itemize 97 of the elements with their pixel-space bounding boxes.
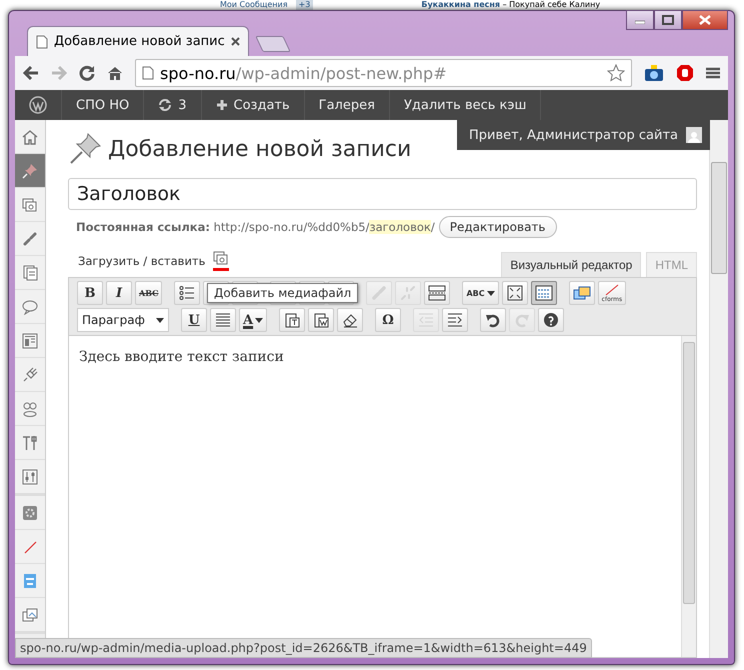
toolbar-button[interactable] [308, 308, 334, 332]
spellcheck-button[interactable]: ABC [462, 281, 499, 305]
permalink-text: Постоянная ссылка: http://spo-no.ru/%dd0%b5/заголовок/ [76, 220, 435, 234]
sliders-icon [22, 468, 38, 484]
broken-link-icon [400, 285, 416, 301]
caret-icon [255, 318, 264, 322]
gallery-icon [572, 285, 591, 301]
messages-link[interactable]: Мои Сообщения [220, 0, 288, 10]
caret-icon [486, 290, 495, 296]
toolbar-button[interactable] [502, 281, 528, 305]
close-button[interactable] [682, 10, 728, 30]
caret-icon [156, 318, 164, 322]
toolbar-toggle-icon [534, 285, 553, 301]
editor-scrollbar[interactable] [681, 336, 696, 657]
close-icon [699, 15, 711, 25]
toolbar-button[interactable] [530, 281, 557, 305]
text-color-button[interactable]: A [239, 308, 268, 332]
format-dropdown[interactable]: Параграф [77, 308, 169, 332]
help-icon [543, 312, 560, 328]
form-icon [22, 572, 38, 588]
camera-icon [644, 64, 664, 82]
sidebar-item[interactable] [15, 154, 45, 188]
wordpress-logo-icon [29, 96, 47, 114]
minimize-button[interactable] [626, 10, 654, 30]
outdent-icon [418, 312, 434, 328]
back-icon [23, 66, 39, 80]
pages-icon [22, 264, 38, 280]
stop-hand-icon [676, 64, 694, 82]
bulleted-list-icon [179, 285, 196, 301]
updates-count[interactable]: 3 [178, 98, 187, 112]
toolbar-button[interactable] [279, 308, 306, 332]
italic-button[interactable]: I [106, 281, 132, 305]
editor-tab[interactable]: Визуальный редактор [501, 252, 642, 277]
indent-icon [447, 312, 464, 328]
page-scrollbar[interactable] [709, 120, 728, 658]
status-link-tooltip: spo-no.ru/wp-admin/media-upload.php?post_id=2626&TB_iframe=1&width=613&height=449 [15, 638, 592, 658]
fullscreen-icon [506, 285, 523, 301]
refresh-icon [158, 98, 172, 112]
toolbar-button[interactable] [424, 281, 450, 305]
song-line: Букаккина песня – Покупай себе Калину [421, 0, 600, 10]
plus-icon [216, 99, 228, 111]
justify-icon [215, 312, 231, 328]
toolbar-button[interactable] [210, 308, 236, 332]
plug-icon [22, 366, 38, 382]
page-title: Добавление новой записи [108, 136, 412, 162]
add-media-icon [213, 250, 230, 266]
message-count: +3 [296, 0, 314, 10]
home-icon [22, 128, 38, 144]
new-menu[interactable]: Создать [234, 98, 290, 112]
speech-bubble-icon [22, 298, 38, 314]
silhouette-icon [688, 131, 700, 143]
eraser-icon [342, 312, 358, 328]
layout-icon [22, 332, 38, 348]
slash-icon [604, 284, 619, 296]
chain-link-icon [371, 285, 388, 301]
gear-icon [22, 504, 38, 520]
title-field[interactable]: Заголовок [68, 178, 697, 210]
address-bar[interactable]: spo-no.ru/wp-admin/post-new.php# [135, 59, 632, 87]
reload-icon [79, 65, 95, 81]
tools-icon [22, 434, 38, 450]
close-icon [230, 37, 240, 46]
bold-button[interactable]: B [77, 281, 103, 305]
link-icon [22, 230, 38, 246]
toolbar-button[interactable] [568, 281, 595, 305]
images-icon [22, 606, 38, 622]
page-icon [142, 66, 154, 80]
star-icon [607, 64, 625, 82]
media-tooltip: Добавить медиафайл [207, 283, 358, 303]
strikethrough-button[interactable]: ABC [135, 281, 162, 305]
pushpin-icon [68, 132, 102, 166]
toolbar-button[interactable] [442, 308, 468, 332]
underline-button[interactable]: U [181, 308, 207, 332]
home-icon [107, 65, 123, 81]
special-character-button[interactable]: Ω [375, 308, 402, 332]
edit-button[interactable]: Редактировать [438, 216, 556, 238]
paste-word-icon [313, 312, 330, 328]
maximize-button[interactable] [654, 10, 682, 30]
pin-icon [22, 162, 38, 178]
page-break-icon [428, 285, 446, 301]
menu-icon [706, 67, 720, 79]
slash-icon [22, 538, 38, 554]
browser-tab[interactable]: Добавление новой запис [27, 26, 249, 56]
upload-insert-label: Загрузить / вставить [78, 254, 206, 268]
editor-text[interactable]: Здесь вводите текст записи [79, 349, 284, 365]
maximize-icon [662, 15, 674, 25]
paste-text-icon [284, 312, 300, 328]
forward-icon [51, 66, 67, 80]
new-tab-button[interactable] [255, 36, 290, 52]
toolbar-button[interactable] [337, 308, 364, 332]
redo-icon [514, 312, 530, 328]
media-icon [22, 196, 38, 212]
toolbar-button[interactable] [174, 281, 200, 305]
undo-icon [485, 312, 502, 328]
toolbar-button[interactable] [538, 308, 564, 332]
toolbar-button[interactable] [480, 308, 506, 332]
users-icon [22, 400, 38, 416]
page-icon [36, 34, 48, 48]
